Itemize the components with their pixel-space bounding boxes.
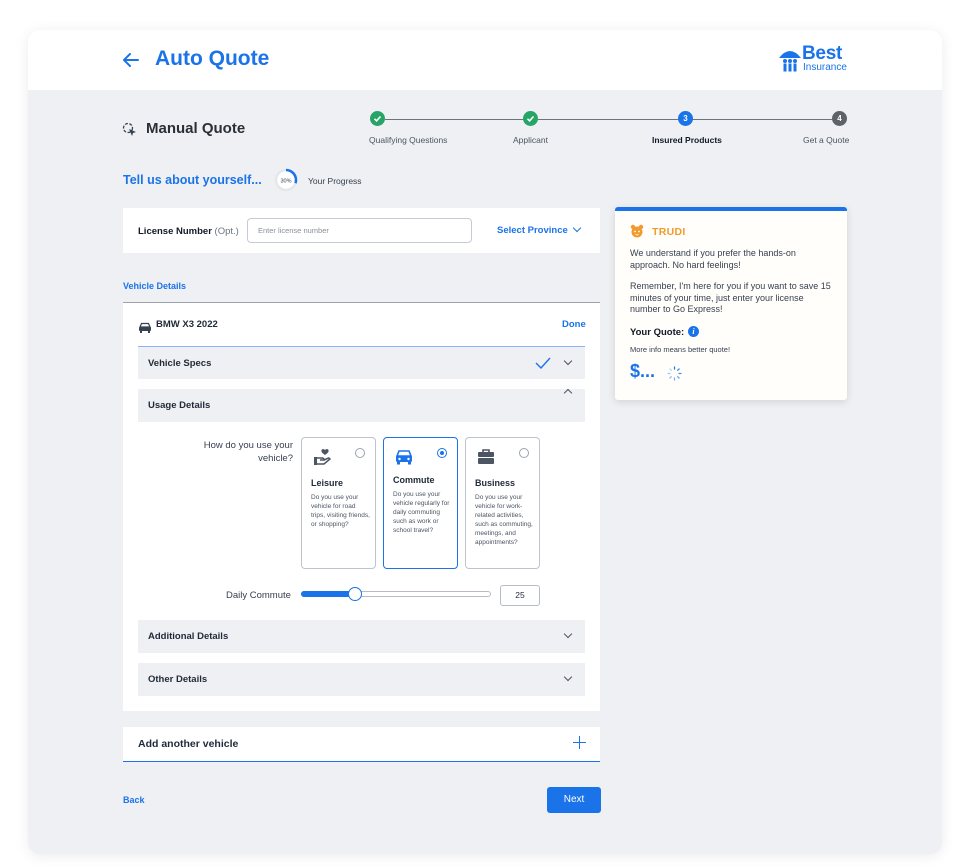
accordion-title: Additional Details xyxy=(148,631,229,642)
umbrella-icon xyxy=(779,51,801,72)
slider-thumb[interactable] xyxy=(347,587,362,601)
step-label-current: Insured Products xyxy=(652,135,722,145)
daily-commute-label: Daily Commute xyxy=(226,590,291,601)
select-province-dropdown[interactable]: Select Province xyxy=(497,223,582,236)
loading-spinner-icon xyxy=(667,366,682,381)
done-button[interactable]: Done xyxy=(562,319,586,330)
logo-subtext: Insurance xyxy=(803,62,847,73)
car-icon xyxy=(138,320,152,333)
license-label: License Number (Opt.) xyxy=(138,226,239,237)
app-title: Auto Quote xyxy=(155,47,270,70)
top-bar: Auto Quote Best Insurance xyxy=(28,30,942,90)
usage-question: How do you use your vehicle? xyxy=(203,440,293,464)
checkmark-icon xyxy=(535,357,551,370)
license-optional-text: (Opt.) xyxy=(211,226,239,237)
your-quote-label: Your Quote: xyxy=(630,327,685,338)
trudi-tiger-icon xyxy=(630,224,644,238)
back-arrow-icon[interactable] xyxy=(122,48,140,72)
option-title: Business xyxy=(475,478,516,488)
trudi-panel: TRUDI We understand if you prefer the ha… xyxy=(615,207,847,400)
chevron-down-icon xyxy=(563,629,573,639)
section-heading: Tell us about yourself... xyxy=(123,173,262,187)
quote-price: $... xyxy=(630,361,656,381)
chevron-down-icon xyxy=(563,356,573,366)
license-card: License Number (Opt.) Enter license numb… xyxy=(123,208,600,253)
option-description: Do you use your vehicle for road trips, … xyxy=(311,494,370,528)
vehicle-name: BMW X3 2022 xyxy=(156,319,218,330)
accordion-title: Usage Details xyxy=(148,400,211,411)
daily-commute-input[interactable]: 25 xyxy=(500,585,540,606)
info-icon[interactable]: i xyxy=(688,326,699,337)
hand-heart-icon xyxy=(312,447,332,467)
step-label[interactable]: Qualifying Questions xyxy=(369,135,447,145)
accordion-usage-details[interactable]: Usage Details xyxy=(138,388,585,422)
cursor-click-icon xyxy=(122,122,138,138)
accordion-vehicle-specs[interactable]: Vehicle Specs xyxy=(138,346,585,379)
plus-icon xyxy=(573,736,586,749)
step-label: Get a Quote xyxy=(803,135,850,145)
slider-fill xyxy=(301,591,355,597)
stepper-line xyxy=(692,119,832,120)
select-province-label: Select Province xyxy=(497,225,568,236)
accordion-title: Vehicle Specs xyxy=(148,358,212,369)
accordion-title: Other Details xyxy=(148,674,208,685)
progress-text: Your Progress xyxy=(308,176,362,186)
vehicle-card: BMW X3 2022 Done Vehicle Specs Usage Det… xyxy=(123,302,600,711)
trudi-name: TRUDI xyxy=(652,226,686,238)
accordion-additional-details[interactable]: Additional Details xyxy=(138,620,585,653)
app-window: Auto Quote Best Insurance Manual Quote 3… xyxy=(28,30,942,854)
vehicle-details-heading: Vehicle Details xyxy=(123,281,187,291)
page-title: Manual Quote xyxy=(146,120,246,137)
more-info-text: More info means better quote! xyxy=(630,345,731,354)
add-vehicle-button[interactable]: Add another vehicle xyxy=(123,727,600,762)
step-number-current: 3 xyxy=(678,111,693,126)
step-number-pending: 4 xyxy=(832,111,847,126)
option-title: Commute xyxy=(393,475,435,485)
license-label-text: License Number xyxy=(138,226,212,237)
progress-ring: 30% xyxy=(274,168,298,192)
radio-leisure[interactable] xyxy=(355,448,365,458)
step-check-icon xyxy=(523,111,538,126)
option-title: Leisure xyxy=(311,478,344,488)
chevron-down-icon xyxy=(563,672,573,682)
daily-commute-slider[interactable] xyxy=(301,587,491,601)
chevron-up-icon xyxy=(563,388,573,398)
progress-percent-label: 30% xyxy=(280,178,291,184)
chevron-down-icon xyxy=(572,223,582,233)
option-description: Do you use your vehicle regularly for da… xyxy=(393,491,450,534)
option-card-leisure[interactable]: Leisure Do you use your vehicle for road… xyxy=(301,437,376,569)
option-card-commute[interactable]: Commute Do you use your vehicle regularl… xyxy=(383,437,458,569)
stepper-line xyxy=(385,119,530,120)
stepper-line xyxy=(538,119,678,120)
add-vehicle-label: Add another vehicle xyxy=(138,738,239,750)
option-description: Do you use your vehicle for work-related… xyxy=(475,494,533,546)
back-button[interactable]: Back xyxy=(123,795,145,805)
license-number-input[interactable]: Enter license number xyxy=(247,218,472,243)
step-label[interactable]: Applicant xyxy=(513,135,548,145)
briefcase-icon xyxy=(476,447,496,467)
radio-business[interactable] xyxy=(519,448,529,458)
step-check-icon xyxy=(370,111,385,126)
best-insurance-logo: Best Insurance xyxy=(778,43,850,80)
trudi-message: We understand if you prefer the hands-on… xyxy=(630,248,796,270)
trudi-message: Remember, I'm here for you if you want t… xyxy=(630,281,831,314)
next-button[interactable]: Next xyxy=(547,787,601,813)
car-icon xyxy=(394,447,414,467)
accordion-other-details[interactable]: Other Details xyxy=(138,663,585,696)
option-card-business[interactable]: Business Do you use your vehicle for wor… xyxy=(465,437,540,569)
radio-commute[interactable] xyxy=(437,448,447,458)
